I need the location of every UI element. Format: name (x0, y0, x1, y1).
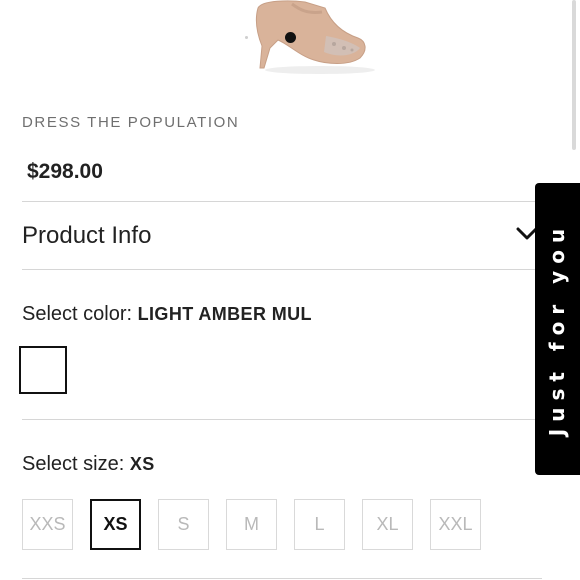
scrollbar[interactable] (572, 0, 576, 150)
size-option-xl[interactable]: XL (362, 499, 413, 550)
size-option-l[interactable]: L (294, 499, 345, 550)
size-option-xxl[interactable]: XXL (430, 499, 481, 550)
divider (22, 578, 542, 579)
size-option-xs[interactable]: XS (90, 499, 141, 550)
size-option-xxs[interactable]: XXS (22, 499, 73, 550)
size-options: XXS XS S M L XL XXL (22, 499, 481, 550)
just-for-you-label: Just for you (545, 221, 570, 437)
carousel-dot[interactable] (245, 36, 248, 39)
product-info-label: Product Info (22, 222, 152, 249)
divider (22, 269, 542, 270)
carousel-dot-active[interactable] (285, 32, 296, 43)
brand-name[interactable]: DRESS THE POPULATION (22, 114, 239, 131)
just-for-you-tab[interactable]: Just for you (535, 183, 580, 475)
divider (22, 419, 542, 420)
product-price: $298.00 (27, 160, 103, 183)
select-size-label: Select size: XS (22, 453, 155, 476)
product-info-accordion[interactable]: Product Info (22, 203, 542, 269)
select-color-text: Select color: (22, 303, 133, 325)
selected-size-value: XS (129, 454, 155, 474)
product-image[interactable] (230, 0, 380, 80)
selected-color-name: LIGHT AMBER MUL (137, 304, 312, 324)
select-color-label: Select color: LIGHT AMBER MUL (22, 303, 312, 326)
size-option-m[interactable]: M (226, 499, 277, 550)
color-swatch[interactable] (19, 346, 67, 394)
size-option-s[interactable]: S (158, 499, 209, 550)
select-size-text: Select size: (22, 453, 125, 475)
divider (22, 201, 542, 202)
